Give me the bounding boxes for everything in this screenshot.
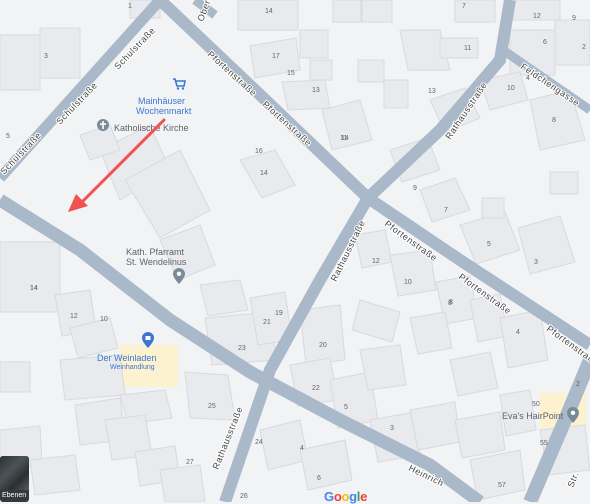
poi-weinladen-line1: Der Weinladen — [97, 353, 156, 363]
svg-text:8: 8 — [552, 117, 556, 124]
svg-text:21: 21 — [263, 319, 271, 326]
svg-text:4: 4 — [526, 75, 530, 82]
svg-text:13: 13 — [428, 88, 436, 95]
svg-text:24: 24 — [255, 439, 263, 446]
svg-text:6: 6 — [317, 475, 321, 482]
svg-text:57: 57 — [498, 482, 506, 489]
svg-text:16: 16 — [255, 148, 263, 155]
svg-text:50: 50 — [532, 401, 540, 408]
satellite-thumbnail — [0, 456, 29, 490]
poi-weinladen-line2: Weinhandlung — [110, 364, 155, 371]
svg-text:5: 5 — [344, 404, 348, 411]
svg-text:26: 26 — [240, 493, 248, 500]
svg-text:9: 9 — [413, 185, 417, 192]
svg-text:11: 11 — [464, 45, 471, 52]
poi-mainhaeuser-line1: Mainhäuser — [138, 96, 185, 106]
svg-text:22: 22 — [312, 385, 320, 392]
poi-hairpoint-label: Eva's HairPoint — [502, 411, 564, 421]
svg-text:12: 12 — [70, 313, 78, 320]
map-canvas[interactable]: Schulstraße Schulstraße Schulstraße Pfor… — [0, 0, 590, 502]
poi-mainhaeuser-line2: Wochenmarkt — [136, 106, 192, 116]
svg-text:23: 23 — [238, 345, 246, 352]
svg-text:4: 4 — [516, 329, 520, 336]
svg-text:17: 17 — [272, 53, 280, 60]
svg-text:8: 8 — [448, 300, 452, 307]
svg-text:25: 25 — [208, 403, 216, 410]
poi-pfarramt[interactable]: Kath. Pfarramt St. Wendelinus — [126, 247, 187, 284]
cross-icon — [97, 119, 109, 131]
svg-text:9: 9 — [572, 15, 576, 22]
svg-text:11: 11 — [340, 135, 347, 142]
svg-text:3: 3 — [44, 53, 48, 60]
svg-text:10: 10 — [507, 85, 515, 92]
svg-text:3: 3 — [534, 259, 538, 266]
svg-text:5: 5 — [487, 241, 491, 248]
poi-pfarramt-line2: St. Wendelinus — [126, 257, 187, 267]
svg-text:19: 19 — [275, 310, 283, 317]
poi-mainhaeuser-wochenmarkt[interactable]: Mainhäuser Wochenmarkt — [136, 78, 192, 116]
svg-text:2: 2 — [582, 44, 586, 51]
layers-button-label: Ebenen — [2, 492, 27, 499]
svg-text:10: 10 — [404, 279, 412, 286]
layers-button[interactable]: Ebenen — [0, 456, 29, 502]
svg-text:1: 1 — [128, 3, 132, 10]
svg-text:7: 7 — [444, 207, 448, 214]
place-pin-icon — [173, 268, 185, 284]
svg-text:13: 13 — [312, 87, 320, 94]
svg-text:3: 3 — [390, 425, 394, 432]
svg-text:6: 6 — [543, 39, 547, 46]
shopping-cart-icon — [173, 78, 186, 90]
svg-text:12: 12 — [372, 258, 380, 265]
svg-text:20: 20 — [319, 342, 327, 349]
svg-text:14: 14 — [30, 285, 38, 292]
svg-text:5: 5 — [6, 133, 10, 140]
svg-text:4: 4 — [300, 445, 304, 452]
svg-text:27: 27 — [186, 459, 194, 466]
svg-text:15: 15 — [287, 70, 295, 77]
poi-pfarramt-line1: Kath. Pfarramt — [126, 247, 185, 257]
street-label-pfortenstrasse: Pfortenstraße — [206, 49, 259, 98]
svg-text:12: 12 — [533, 13, 541, 20]
svg-text:10: 10 — [100, 316, 108, 323]
svg-text:55: 55 — [540, 440, 548, 447]
svg-text:14: 14 — [265, 8, 273, 15]
svg-text:2: 2 — [576, 381, 580, 388]
svg-text:14: 14 — [260, 170, 268, 177]
svg-text:7: 7 — [462, 3, 466, 10]
